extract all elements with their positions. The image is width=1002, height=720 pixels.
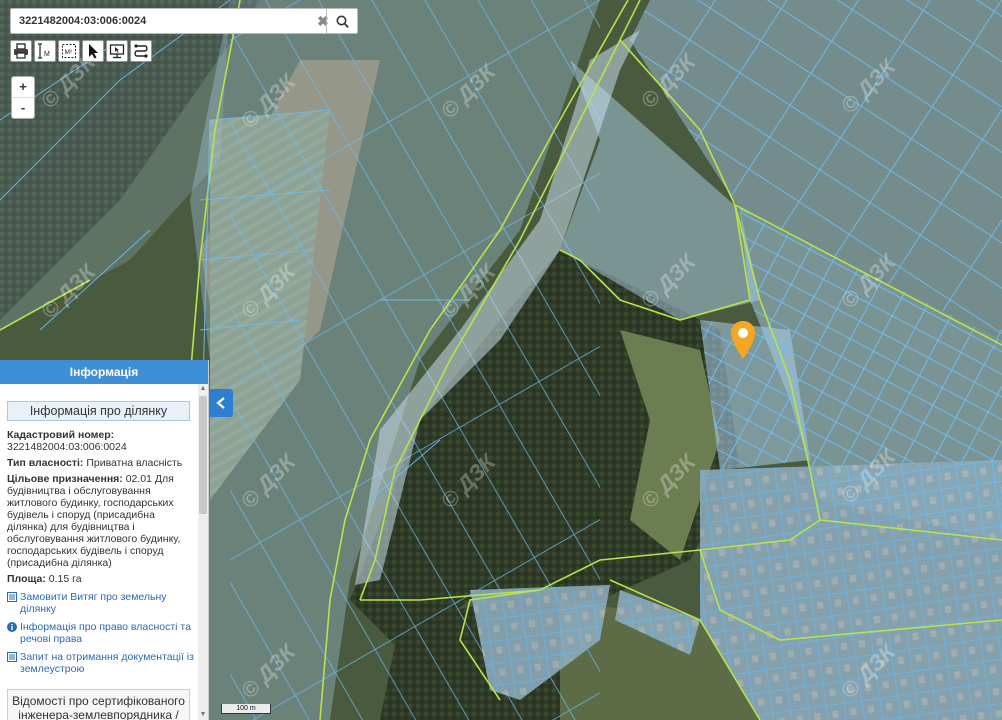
- select-pointer-button[interactable]: [82, 40, 104, 62]
- info-panel: Інформація Інформація про ділянку Кадаст…: [0, 360, 209, 720]
- ownership-field: Тип власності: Приватна власність: [7, 457, 196, 469]
- printer-icon: [14, 43, 28, 59]
- route-button[interactable]: [130, 40, 152, 62]
- measure-length-icon: M: [38, 43, 50, 59]
- cadastral-number-field: Кадастровий номер: 3221482004:03:006:002…: [7, 429, 196, 453]
- search-input[interactable]: [11, 9, 307, 33]
- panel-header: Інформація: [0, 360, 208, 384]
- ownership-label: Тип власності:: [7, 457, 84, 469]
- area-label: Площа:: [7, 573, 46, 585]
- area-value: 0.15 га: [45, 573, 82, 585]
- order-extract-link[interactable]: Замовити Витяг про земельну ділянку: [7, 591, 196, 615]
- scroll-down-icon[interactable]: ▼: [198, 710, 208, 720]
- info-icon: [7, 622, 17, 632]
- documentation-request-link[interactable]: Запит на отримання документації із земле…: [7, 651, 196, 675]
- ownership-rights-link[interactable]: Інформація про право власності та речові…: [7, 621, 196, 645]
- route-icon: [134, 44, 148, 58]
- print-button[interactable]: [10, 40, 32, 62]
- documentation-request-label: Запит на отримання документації із земле…: [20, 651, 194, 675]
- measure-area-icon: M²: [62, 44, 76, 58]
- panel-scrollbar[interactable]: ▲ ▼: [198, 384, 208, 720]
- pointer-icon: [89, 44, 98, 59]
- scroll-thumb[interactable]: [199, 396, 207, 514]
- ownership-value: Приватна власність: [83, 457, 183, 469]
- location-pin-icon[interactable]: [730, 321, 756, 361]
- purpose-value: 02.01 Для будівництва і обслуговування ж…: [7, 473, 181, 569]
- svg-text:M²: M²: [65, 49, 73, 56]
- section-title: Інформація про ділянку: [7, 401, 190, 421]
- search-button[interactable]: [326, 9, 357, 33]
- engineer-info-section[interactable]: Відомості про сертифікованого інженера-з…: [7, 689, 190, 720]
- measure-area-button[interactable]: M²: [58, 40, 80, 62]
- area-field: Площа: 0.15 га: [7, 573, 196, 585]
- document-icon: [7, 592, 17, 602]
- screen-icon: [109, 44, 125, 59]
- scroll-up-icon[interactable]: ▲: [198, 384, 208, 394]
- zoom-control: + -: [11, 76, 35, 119]
- zoom-out-button[interactable]: -: [12, 97, 34, 118]
- screen-info-button[interactable]: [106, 40, 128, 62]
- ownership-rights-label: Інформація про право власності та речові…: [20, 621, 191, 645]
- svg-text:M: M: [44, 51, 50, 58]
- panel-body: Інформація про ділянку Кадастровий номер…: [0, 384, 196, 720]
- document-icon: [7, 652, 17, 662]
- chevron-left-icon: [216, 397, 225, 409]
- search-box: ✖: [10, 8, 358, 34]
- search-icon: [336, 15, 349, 28]
- collapse-panel-button[interactable]: [209, 389, 233, 417]
- purpose-field: Цільове призначення: 02.01 Для будівницт…: [7, 473, 196, 569]
- order-extract-label: Замовити Витяг про земельну ділянку: [20, 591, 167, 615]
- map-toolbar: M M²: [10, 40, 152, 62]
- purpose-label: Цільове призначення:: [7, 473, 123, 485]
- cadastral-number-value: 3221482004:03:006:0024: [7, 441, 127, 453]
- scale-bar: 100 m: [221, 704, 271, 714]
- measure-length-button[interactable]: M: [34, 40, 56, 62]
- zoom-in-button[interactable]: +: [12, 77, 34, 97]
- cadastral-number-label: Кадастровий номер:: [7, 429, 115, 441]
